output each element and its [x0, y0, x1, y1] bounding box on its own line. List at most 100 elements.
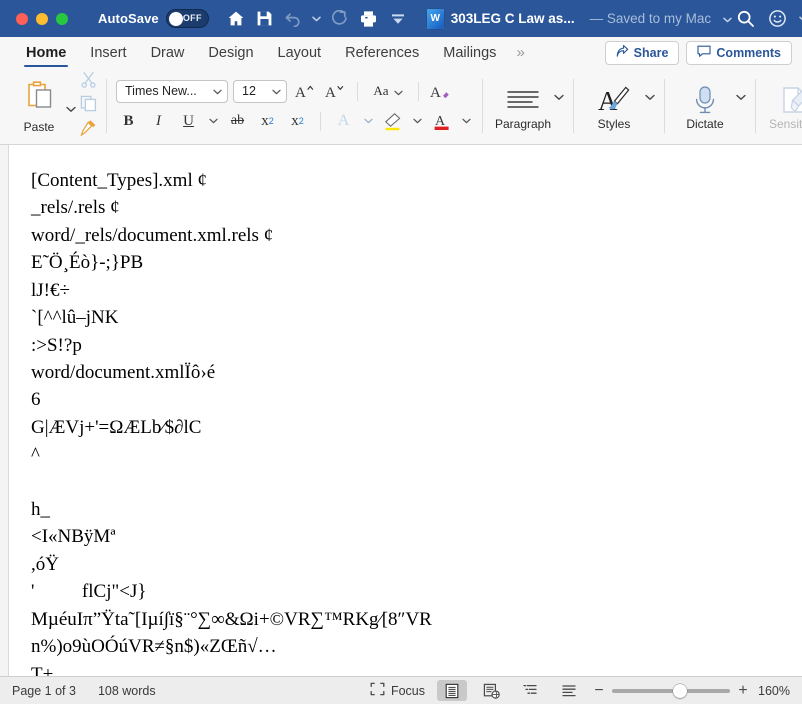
tab-design[interactable]: Design	[196, 37, 265, 68]
zoom-in-button[interactable]: +	[737, 682, 749, 699]
format-painter-icon[interactable]	[80, 119, 97, 141]
underline-button[interactable]: U	[176, 110, 201, 133]
print-layout-view-icon[interactable]	[437, 680, 467, 701]
font-name-caret-icon[interactable]	[213, 84, 222, 98]
maximize-window-button[interactable]	[56, 12, 68, 25]
superscript-button[interactable]: x2	[285, 110, 310, 133]
sensitivity-button[interactable]: Sensitivity	[765, 81, 802, 131]
shrink-font-button[interactable]: A	[322, 80, 347, 103]
clear-formatting-button[interactable]: A	[429, 80, 454, 103]
focus-button[interactable]: Focus	[370, 682, 425, 699]
change-case-caret-icon[interactable]	[393, 83, 403, 99]
paragraph-caret-icon[interactable]	[554, 88, 564, 106]
autosave-toggle-knob	[168, 11, 183, 26]
tab-home[interactable]: Home	[14, 37, 78, 68]
share-label: Share	[633, 45, 669, 60]
zoom-slider-handle[interactable]	[673, 683, 687, 698]
draft-view-icon[interactable]	[554, 680, 584, 701]
italic-button[interactable]: I	[146, 110, 171, 133]
comments-button[interactable]: Comments	[686, 40, 792, 65]
ribbon-tab-bar: Home Insert Draw Design Layout Reference…	[0, 37, 802, 68]
bold-button[interactable]: B	[116, 110, 141, 133]
zoom-level[interactable]: 160%	[756, 684, 790, 698]
autosave-group[interactable]: AutoSave OFF	[98, 9, 209, 28]
styles-button[interactable]: A Styles	[583, 81, 645, 131]
home-icon[interactable]	[223, 6, 249, 32]
strikethrough-button[interactable]: ab	[225, 110, 250, 133]
styles-label: Styles	[597, 117, 631, 131]
tab-layout[interactable]: Layout	[266, 37, 334, 68]
zoom-slider[interactable]	[612, 683, 730, 698]
more-tabs-icon[interactable]: »	[508, 37, 532, 68]
save-status: — Saved to my Mac	[589, 11, 712, 26]
document-line: MµéuIπ”Ÿta˜[Iµí∫ï§¨°∑∞&Ωi+©VR∑™RKg∕[8″VR	[31, 608, 432, 630]
paste-caret-icon[interactable]	[66, 100, 76, 118]
styles-caret-icon[interactable]	[645, 88, 655, 106]
font-size-caret-icon[interactable]	[272, 84, 281, 98]
quick-access-toolbar	[223, 6, 411, 32]
styles-group: A Styles	[576, 68, 662, 144]
svg-text:A: A	[325, 85, 336, 101]
word-count[interactable]: 108 words	[98, 684, 156, 698]
web-layout-view-icon[interactable]	[476, 680, 506, 701]
document-title-chip[interactable]: W 303LEG C Law as... — Saved to my Mac	[426, 8, 732, 29]
title-bar: AutoSave OFF W 303LEG C Law as... — Save…	[0, 0, 802, 37]
share-button[interactable]: Share	[604, 40, 680, 65]
underline-caret-icon[interactable]	[206, 110, 220, 133]
text-effects-caret-icon[interactable]	[361, 110, 375, 133]
highlight-caret-icon[interactable]	[410, 110, 424, 133]
clipboard-group: Paste	[6, 68, 104, 144]
subscript-button[interactable]: x2	[255, 110, 280, 133]
svg-text:A: A	[430, 85, 441, 101]
ribbon-divider-4	[664, 79, 665, 133]
save-icon[interactable]	[252, 6, 278, 32]
undo-icon[interactable]	[281, 6, 307, 32]
font-name-combobox[interactable]: Times New...	[116, 79, 228, 103]
paragraph-button[interactable]: Paragraph	[492, 81, 554, 131]
tab-draw[interactable]: Draw	[139, 37, 197, 68]
grow-font-button[interactable]: A	[292, 80, 317, 103]
close-window-button[interactable]	[16, 12, 28, 25]
page-indicator[interactable]: Page 1 of 3	[12, 684, 76, 698]
font-divider-2	[418, 81, 419, 101]
document-line: `[^^lû–jNK	[31, 307, 119, 329]
font-row-top: Times New... 12 A A Aa A	[116, 79, 473, 103]
customize-toolbar-icon[interactable]	[385, 6, 411, 32]
search-icon[interactable]	[732, 6, 758, 32]
font-color-caret-icon[interactable]	[459, 110, 473, 133]
print-icon[interactable]	[356, 6, 382, 32]
outline-view-icon[interactable]	[515, 680, 545, 701]
account-icon[interactable]	[764, 6, 790, 32]
save-location-caret-icon[interactable]	[723, 10, 732, 28]
document-line: [Content_Types].xml ¢	[31, 170, 207, 191]
paste-button[interactable]: Paste	[13, 79, 65, 134]
tab-references[interactable]: References	[333, 37, 431, 68]
account-caret-icon[interactable]	[796, 7, 802, 31]
sensitivity-group: Sensitivity	[758, 68, 802, 144]
tab-mailings[interactable]: Mailings	[431, 37, 508, 68]
dictate-button[interactable]: Dictate	[674, 81, 736, 131]
tab-insert-label: Insert	[90, 44, 127, 61]
minimize-window-button[interactable]	[36, 12, 48, 25]
tab-insert[interactable]: Insert	[78, 37, 138, 68]
paragraph-label: Paragraph	[494, 117, 552, 131]
font-color-button[interactable]: A	[429, 110, 454, 133]
zoom-out-button[interactable]: −	[593, 682, 605, 699]
autosave-toggle[interactable]: OFF	[165, 9, 209, 28]
cut-icon[interactable]	[80, 71, 97, 93]
tab-design-label: Design	[208, 44, 254, 61]
document-text[interactable]: [Content_Types].xml ¢ _rels/.rels ¢ word/_…	[31, 167, 774, 676]
change-case-button[interactable]: Aa	[368, 80, 408, 103]
undo-caret-icon[interactable]	[310, 7, 324, 31]
paste-label: Paste	[23, 119, 55, 134]
document-page[interactable]: [Content_Types].xml ¢ _rels/.rels ¢ word/_…	[9, 145, 802, 676]
redo-icon[interactable]	[327, 6, 353, 32]
dictate-caret-icon[interactable]	[736, 88, 746, 106]
document-line: :>S!?p	[31, 334, 82, 356]
copy-icon[interactable]	[80, 95, 97, 117]
focus-icon	[370, 682, 385, 699]
highlight-button[interactable]	[380, 110, 405, 133]
font-size-combobox[interactable]: 12	[233, 79, 287, 103]
text-effects-button[interactable]: A	[331, 110, 356, 133]
superscript-base: x	[291, 112, 299, 129]
